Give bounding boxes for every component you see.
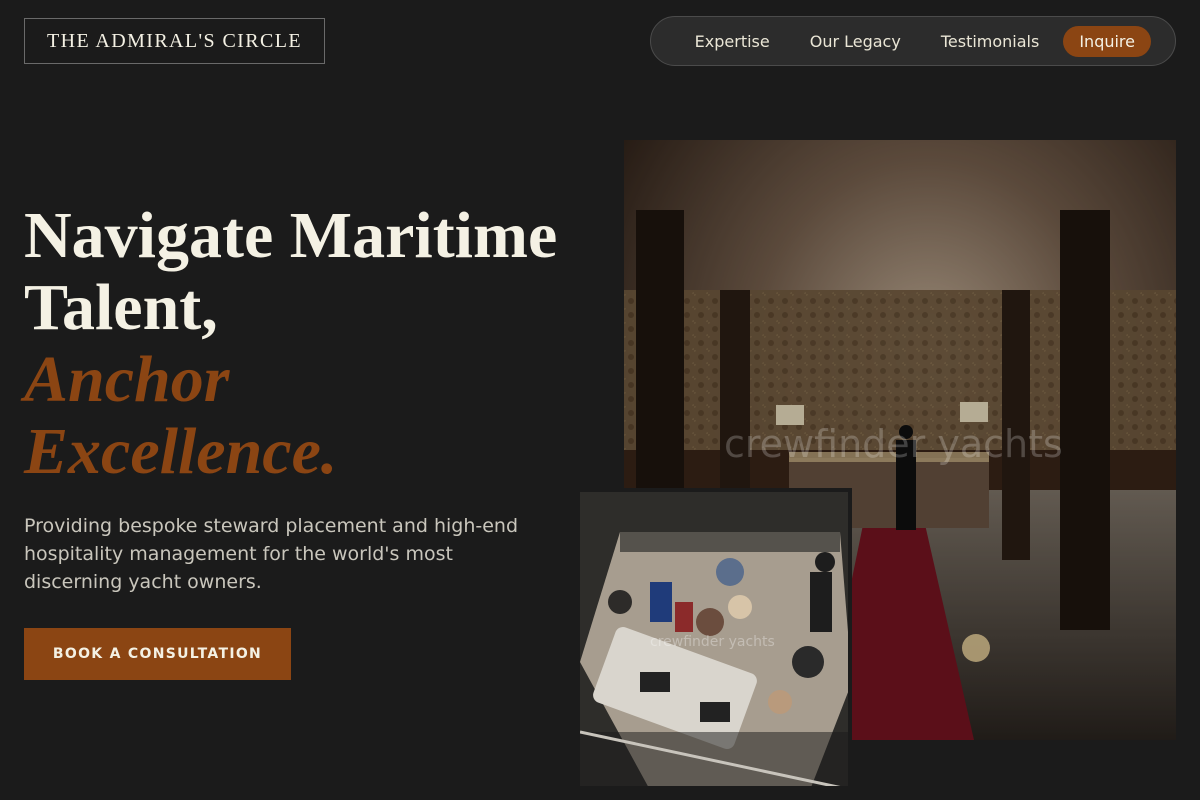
- nav-item-expertise[interactable]: Expertise: [695, 32, 770, 51]
- headline-accent-1: Anchor: [24, 343, 230, 416]
- lobby-photo-watermark: crewfinder yachts: [724, 422, 1063, 466]
- book-consultation-label: BOOK A CONSULTATION: [52, 646, 263, 662]
- headline-line-2: Talent,: [24, 271, 218, 344]
- inquire-button[interactable]: Inquire: [1063, 25, 1151, 57]
- brand-name: THE ADMIRAL'S CIRCLE: [47, 29, 302, 52]
- brand-logo[interactable]: THE ADMIRAL'S CIRCLE: [24, 18, 325, 64]
- reception-photo-watermark: crewfinder yachts: [650, 634, 775, 650]
- main-nav: Expertise Our Legacy Testimonials Inquir…: [650, 16, 1176, 66]
- nav-item-testimonials[interactable]: Testimonials: [941, 32, 1040, 51]
- headline-accent-2: Excellence.: [24, 415, 338, 488]
- hero-subtitle: Providing bespoke steward placement and …: [24, 515, 519, 593]
- reception-photo: crewfinder yachts: [580, 488, 852, 786]
- headline-line-1: Navigate Maritime: [24, 199, 558, 272]
- book-consultation-button[interactable]: BOOK A CONSULTATION: [24, 628, 291, 680]
- hero-headline: Navigate Maritime Talent, Anchor Excelle…: [24, 200, 624, 488]
- nav-item-our-legacy[interactable]: Our Legacy: [810, 32, 901, 51]
